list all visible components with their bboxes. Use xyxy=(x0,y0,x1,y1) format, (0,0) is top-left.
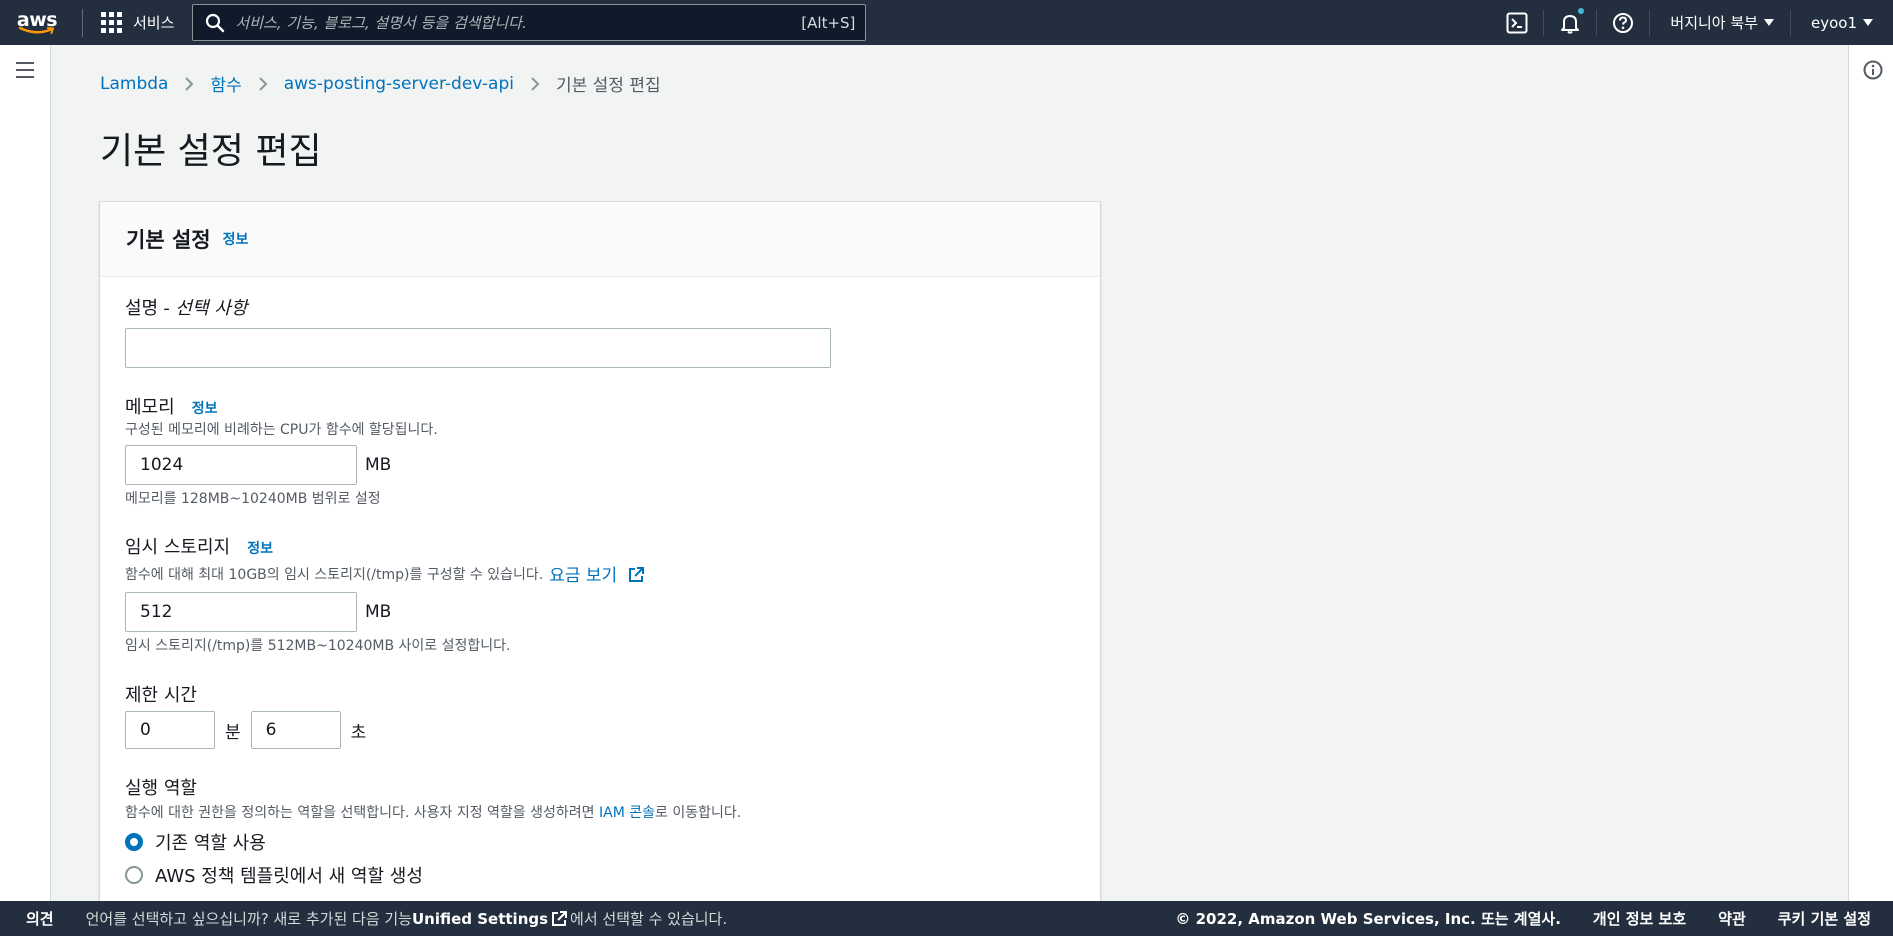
description-label: 설명 xyxy=(125,298,159,319)
timeout-seconds-unit: 초 xyxy=(350,722,367,743)
cloudshell-icon xyxy=(1506,12,1528,33)
memory-info-link[interactable]: 정보 xyxy=(192,401,218,417)
storage-description: 함수에 대해 최대 10GB의 임시 스토리지(/tmp)를 구성할 수 있습니… xyxy=(125,566,544,583)
services-label: 서비스 xyxy=(133,14,175,32)
radio-use-existing-role[interactable]: 기존 역할 사용 xyxy=(125,829,266,855)
execution-role-description-post: 로 이동합니다. xyxy=(655,805,742,821)
memory-description: 구성된 메모리에 비례하는 CPU가 함수에 할당됩니다. xyxy=(125,422,438,438)
footer: 의견 언어를 선택하고 싶으십니까? 새로 추가된 다음 기능 Unified … xyxy=(0,901,1893,936)
bell-icon xyxy=(1561,14,1580,34)
execution-role-description-pre: 함수에 대한 권한을 정의하는 역할을 선택합니다. 사용자 지정 역할을 생성… xyxy=(125,805,599,821)
services-grid-icon xyxy=(101,11,123,34)
execution-role-label: 실행 역할 xyxy=(125,778,197,799)
description-input[interactable] xyxy=(125,328,831,368)
info-icon[interactable] xyxy=(1863,60,1883,80)
unified-settings-link[interactable]: Unified Settings xyxy=(412,910,548,928)
notifications-button[interactable] xyxy=(1544,0,1596,45)
region-label: 버지니아 북부 xyxy=(1670,14,1758,32)
timeout-label: 제한 시간 xyxy=(125,685,197,706)
radio-option-label: 기존 역할 사용 xyxy=(155,833,266,854)
search-input[interactable] xyxy=(235,13,802,32)
aws-logo[interactable]: aws xyxy=(0,0,68,45)
description-field-label: 설명 - 선택 사항 xyxy=(125,294,247,320)
panel-header: 기본 설정 정보 xyxy=(100,202,1100,277)
external-link-icon xyxy=(552,910,568,926)
aws-smile-icon xyxy=(18,26,55,34)
breadcrumb-current: 기본 설정 편집 xyxy=(555,76,661,96)
memory-unit: MB xyxy=(365,455,392,475)
cookie-preferences-link[interactable]: 쿠키 기본 설정 xyxy=(1778,908,1871,929)
page-title: 기본 설정 편집 xyxy=(100,131,322,172)
execution-role-description: 함수에 대한 권한을 정의하는 역할을 선택합니다. 사용자 지정 역할을 생성… xyxy=(125,802,741,822)
account-menu[interactable]: eyoo1 xyxy=(1791,0,1893,45)
footer-language-message: 언어를 선택하고 싶으십니까? 새로 추가된 다음 기능 Unified Set… xyxy=(86,908,728,929)
left-navigation-rail xyxy=(0,45,51,901)
terms-link[interactable]: 약관 xyxy=(1718,908,1746,929)
storage-constraint: 임시 스토리지(/tmp)를 512MB~10240MB 사이로 설정합니다. xyxy=(125,638,511,654)
breadcrumb-link-lambda[interactable]: Lambda xyxy=(100,74,168,94)
copyright-text: © 2022, Amazon Web Services, Inc. 또는 계열사… xyxy=(1175,910,1561,928)
storage-description-row: 함수에 대해 최대 10GB의 임시 스토리지(/tmp)를 구성할 수 있습니… xyxy=(125,561,645,586)
memory-label: 메모리 xyxy=(125,397,175,418)
storage-label: 임시 스토리지 xyxy=(125,537,231,558)
timeout-minutes-unit: 분 xyxy=(225,722,241,743)
radio-checked-icon xyxy=(125,833,143,851)
search-icon xyxy=(206,13,225,32)
right-help-rail xyxy=(1848,45,1893,901)
chevron-right-icon xyxy=(259,76,268,91)
chevron-right-icon xyxy=(185,76,194,91)
top-navigation: aws 서비스 [Alt+S] xyxy=(0,0,1893,45)
breadcrumb-link-function-name[interactable]: aws-posting-server-dev-api xyxy=(284,74,514,94)
breadcrumb: Lambda 함수 aws-posting-server-dev-api 기본 … xyxy=(100,71,661,97)
nav-right-group: 버지니아 북부 eyoo1 xyxy=(1491,0,1893,45)
user-label: eyoo1 xyxy=(1810,13,1857,32)
memory-constraint: 메모리를 128MB~10240MB 범위로 설정 xyxy=(125,491,381,507)
external-link-icon xyxy=(628,567,644,582)
footer-message-post: 에서 선택할 수 있습니다. xyxy=(570,910,728,928)
description-optional-label: - 선택 사항 xyxy=(163,298,248,319)
search-shortcut-hint: [Alt+S] xyxy=(801,13,856,32)
privacy-link[interactable]: 개인 정보 보호 xyxy=(1593,908,1686,929)
panel-info-link[interactable]: 정보 xyxy=(223,229,249,249)
breadcrumb-link-functions[interactable]: 함수 xyxy=(210,71,241,96)
radio-create-role-from-template[interactable]: AWS 정책 템플릿에서 새 역할 생성 xyxy=(125,862,423,888)
caret-down-icon xyxy=(1763,19,1774,26)
storage-unit: MB xyxy=(365,602,392,622)
memory-label-row: 메모리 정보 xyxy=(125,393,218,419)
storage-label-row: 임시 스토리지 정보 xyxy=(125,533,273,559)
timeout-input-row: 분 초 xyxy=(125,711,366,749)
pricing-link[interactable]: 요금 보기 xyxy=(549,561,644,586)
chevron-right-icon xyxy=(531,76,540,91)
search-bar[interactable]: [Alt+S] xyxy=(192,4,867,41)
footer-message-pre: 언어를 선택하고 싶으십니까? 새로 추가된 다음 기능 xyxy=(85,910,412,928)
memory-input-row: MB xyxy=(125,445,391,485)
feedback-link[interactable]: 의견 xyxy=(0,908,86,929)
radio-option-label: AWS 정책 템플릿에서 새 역할 생성 xyxy=(155,866,423,887)
cloudshell-button[interactable] xyxy=(1491,0,1543,45)
menu-icon[interactable] xyxy=(16,62,34,78)
region-selector[interactable]: 버지니아 북부 xyxy=(1650,0,1790,45)
timeout-minutes-input[interactable] xyxy=(125,711,215,749)
storage-input[interactable] xyxy=(125,592,357,632)
storage-input-row: MB xyxy=(125,592,391,632)
notification-dot xyxy=(1578,8,1585,14)
caret-down-icon xyxy=(1863,19,1873,26)
timeout-seconds-input[interactable] xyxy=(250,711,341,749)
memory-input[interactable] xyxy=(125,445,357,485)
nav-divider xyxy=(82,8,83,37)
radio-unchecked-icon xyxy=(125,866,143,884)
iam-console-link[interactable]: IAM 콘솔 xyxy=(599,805,655,821)
help-button[interactable] xyxy=(1597,0,1649,45)
services-menu-button[interactable]: 서비스 xyxy=(91,0,186,45)
help-icon xyxy=(1613,12,1634,33)
pricing-link-label: 요금 보기 xyxy=(549,566,618,586)
panel-title: 기본 설정 xyxy=(126,228,211,252)
footer-right-group: © 2022, Amazon Web Services, Inc. 또는 계열사… xyxy=(1175,908,1893,929)
storage-info-link[interactable]: 정보 xyxy=(247,541,273,557)
